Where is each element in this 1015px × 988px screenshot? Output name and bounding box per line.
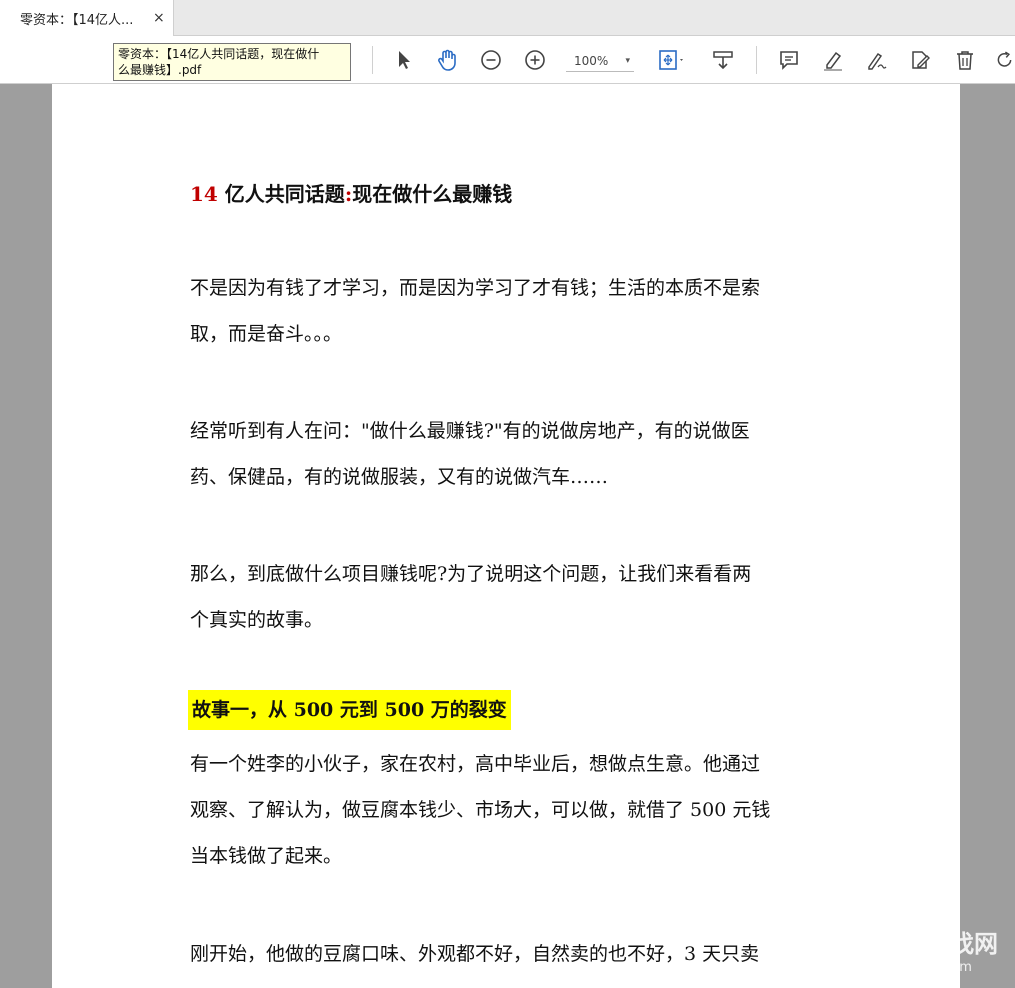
text-line: 有一个姓李的小伙子，家在农村，高中毕业后，想做点生意。他通过 [190, 753, 761, 775]
watermark: 我帮找网 wobangzhao.com [858, 918, 1015, 980]
scroll-mode-icon[interactable] [709, 46, 737, 74]
rotate-icon[interactable] [994, 46, 1015, 74]
toolbar-separator [372, 46, 373, 74]
delete-icon[interactable] [951, 46, 979, 74]
zoom-value: 100% [574, 53, 609, 68]
page-heading: 14 亿人共同话题:现在做什么最赚钱 [190, 178, 512, 207]
fit-page-icon[interactable] [654, 46, 690, 74]
hand-icon[interactable] [433, 46, 461, 74]
cursor-icon[interactable] [390, 46, 418, 74]
tab-tooltip: 零资本：【14亿人共同话题，现在做什 么最赚钱】.pdf [113, 43, 351, 81]
text-line: 经常听到有人在问："做什么最赚钱?"有的说做房地产，有的说做医 [190, 420, 750, 442]
comment-icon[interactable] [775, 46, 803, 74]
text-line: 个真实的故事。 [190, 609, 324, 631]
paragraph: 不是因为有钱了才学习，而是因为学习了才有钱；生活的本质不是索 取，而是奋斗。。。 [190, 265, 760, 357]
text-line: 观察、了解认为，做豆腐本钱少、市场大，可以做，就借了 500 元钱 [190, 799, 771, 821]
paragraph: 有一个姓李的小伙子，家在农村，高中毕业后，想做点生意。他通过 观察、了解认为，做… [190, 741, 770, 879]
text-line: 那么，到底做什么项目赚钱呢?为了说明这个问题，让我们来看看两 [190, 563, 752, 585]
paragraph: 经常听到有人在问："做什么最赚钱?"有的说做房地产，有的说做医 药、保健品，有的… [190, 408, 750, 500]
tab-title: 零资本：【14亿人... [20, 12, 134, 28]
edit-icon[interactable] [906, 46, 934, 74]
text-line: 刚开始，他做的豆腐口味、外观都不好，自然卖的也不好，3 天只卖 [190, 943, 760, 965]
zoom-in-icon[interactable] [521, 46, 549, 74]
highlight-icon[interactable] [819, 46, 847, 74]
watermark-url: wobangzhao.com [858, 960, 972, 975]
text-line: 药、保健品，有的说做服装，又有的说做汽车…… [190, 466, 609, 488]
heading-number: 14 [190, 182, 218, 206]
toolbar-separator [756, 46, 757, 74]
zoom-select[interactable]: 100% ▾ [566, 50, 634, 72]
story-title-highlight: 故事一，从 500 元到 500 万的裂变 [188, 690, 511, 730]
watermark-title: 我帮找网 [902, 930, 998, 958]
text-line: 当本钱做了起来。 [190, 845, 343, 867]
tooltip-line: 么最赚钱】.pdf [118, 63, 202, 77]
chevron-down-icon: ▾ [625, 56, 630, 66]
magnifier-icon [866, 924, 900, 958]
paragraph: 刚开始，他做的豆腐口味、外观都不好，自然卖的也不好，3 天只卖 [190, 931, 759, 977]
text-line: 取，而是奋斗。。。 [190, 323, 343, 345]
text-line: 不是因为有钱了才学习，而是因为学习了才有钱；生活的本质不是索 [190, 277, 761, 299]
heading-text: 现在做什么最赚钱 [352, 182, 513, 206]
document-tab[interactable]: 零资本：【14亿人... × [0, 0, 174, 36]
tooltip-line: 零资本：【14亿人共同话题，现在做什 [118, 47, 320, 61]
document-page[interactable]: 14 亿人共同话题:现在做什么最赚钱 不是因为有钱了才学习，而是因为学习了才有钱… [52, 84, 960, 988]
sign-icon[interactable] [862, 46, 890, 74]
zoom-out-icon[interactable] [477, 46, 505, 74]
paragraph: 那么，到底做什么项目赚钱呢?为了说明这个问题，让我们来看看两 个真实的故事。 [190, 551, 751, 643]
close-tab-icon[interactable]: × [153, 9, 165, 27]
heading-text: 亿人共同话题 [217, 182, 345, 206]
tab-bar: 零资本：【14亿人... × [0, 0, 1015, 36]
